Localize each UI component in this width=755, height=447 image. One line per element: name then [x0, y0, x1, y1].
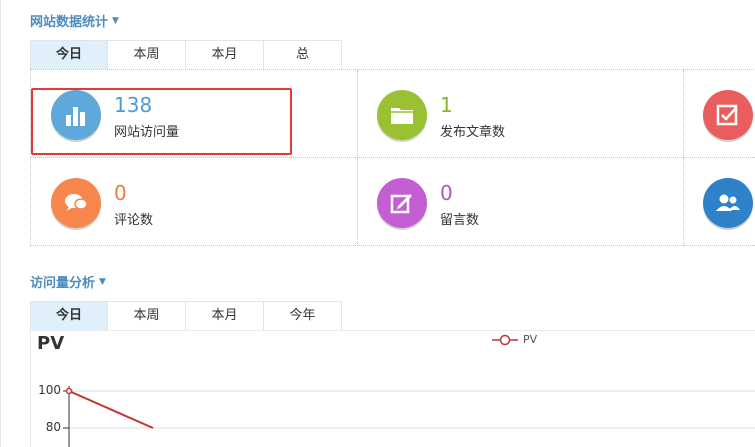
data-point[interactable]	[65, 387, 73, 395]
pv-line-chart	[63, 386, 755, 447]
series-line-pv	[68, 390, 154, 429]
